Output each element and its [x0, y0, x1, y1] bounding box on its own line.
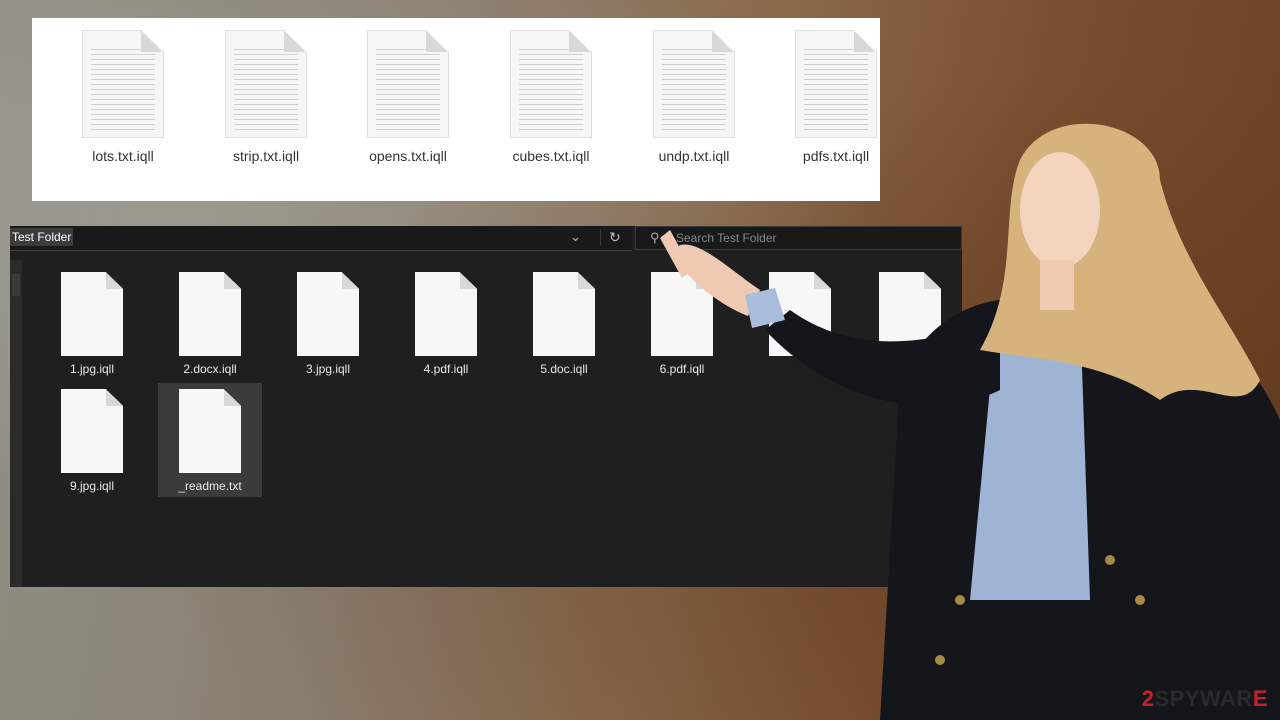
- file-item[interactable]: 2.docx.iqll: [158, 272, 262, 376]
- file-name: cubes.txt.iqll: [512, 148, 590, 164]
- file-icon: [415, 272, 477, 356]
- text-file-icon: [225, 30, 307, 138]
- file-name: lots.txt.iqll: [92, 148, 154, 164]
- file-item[interactable]: 5.doc.iqll: [512, 272, 616, 376]
- chevron-down-icon[interactable]: ⌄: [570, 229, 581, 245]
- file-item[interactable]: cubes.txt.iqll: [496, 30, 606, 164]
- file-name: 1.jpg.iqll: [69, 362, 115, 376]
- file-icon: [297, 272, 359, 356]
- file-name: 2.docx.iqll: [183, 362, 237, 376]
- file-name: opens.txt.iqll: [369, 148, 447, 164]
- file-item[interactable]: 4.pdf.iqll: [394, 272, 498, 376]
- file-item[interactable]: opens.txt.iqll: [353, 30, 463, 164]
- file-name: 4.pdf.iqll: [423, 362, 469, 376]
- file-icon: [179, 272, 241, 356]
- refresh-icon[interactable]: ↻: [600, 229, 621, 246]
- presenter-illustration: [660, 123, 1280, 720]
- text-file-icon: [82, 30, 164, 138]
- text-file-icon: [179, 389, 241, 473]
- file-name: 3.jpg.iqll: [305, 362, 351, 376]
- file-icon: [533, 272, 595, 356]
- file-name: _readme.txt: [178, 479, 242, 493]
- text-file-icon: [367, 30, 449, 138]
- file-item[interactable]: 9.jpg.iqll: [40, 389, 144, 493]
- file-item[interactable]: 3.jpg.iqll: [276, 272, 380, 376]
- navigation-pane[interactable]: [10, 260, 22, 587]
- address-path[interactable]: Test Folder: [10, 228, 74, 246]
- file-icon: [61, 389, 123, 473]
- ransom-note-file-item[interactable]: _readme.txt: [158, 383, 262, 497]
- text-file-icon: [510, 30, 592, 138]
- watermark-logo: 2SPYWARE: [1141, 686, 1268, 711]
- file-name: 9.jpg.iqll: [69, 479, 115, 493]
- file-item[interactable]: lots.txt.iqll: [68, 30, 178, 164]
- file-icon: [61, 272, 123, 356]
- file-name: strip.txt.iqll: [232, 148, 300, 164]
- file-name: 5.doc.iqll: [540, 362, 588, 376]
- address-bar[interactable]: Test Folder ⌄ ↻: [10, 226, 632, 251]
- file-item[interactable]: strip.txt.iqll: [211, 30, 321, 164]
- file-item[interactable]: 1.jpg.iqll: [40, 272, 144, 376]
